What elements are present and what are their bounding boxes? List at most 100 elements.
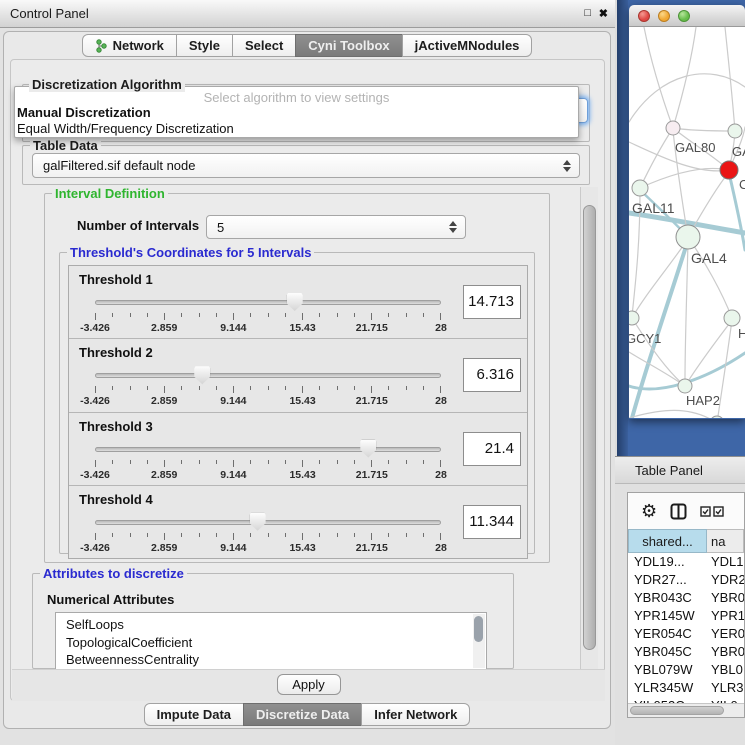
tick-label: 9.144 [220,542,246,554]
tick-label: 28 [435,322,447,334]
network-edge [685,320,732,386]
slider-track[interactable] [95,520,441,525]
tick-mark [268,313,269,317]
slider-track[interactable] [95,447,441,452]
tick-mark [337,313,338,317]
panel-scrollbar-thumb[interactable] [583,205,596,650]
network-node[interactable] [710,416,724,418]
table-panel-header: Table Panel [615,456,745,484]
tick-mark [181,313,182,317]
gear-icon[interactable]: ⚙ [641,502,657,520]
network-node[interactable] [724,310,740,326]
table-row[interactable]: YBR045CYBR0 [628,643,744,661]
minimize-traffic-light-icon[interactable] [658,10,670,22]
interval-definition-group: Interval Definition Number of Intervals … [44,193,550,563]
network-node[interactable] [629,311,639,325]
network-canvas[interactable]: GAL80GALCGAL11GAL4GCY1HHAP2 [629,27,745,418]
tick-mark [388,313,389,317]
slider-thumb[interactable] [287,293,303,311]
zoom-traffic-light-icon[interactable] [678,10,690,22]
column-header-na[interactable]: na [707,529,744,553]
network-node[interactable] [632,180,648,196]
network-node[interactable] [728,124,742,138]
tab-infer-network[interactable]: Infer Network [361,703,470,726]
network-edge [685,240,688,379]
table-row[interactable]: YBR043CYBR0 [628,589,744,607]
checkbox-icon[interactable] [713,506,724,517]
tab-network[interactable]: Network [82,34,177,57]
threshold-value-field[interactable]: 6.316 [463,358,521,392]
tab-jactivemnodules[interactable]: jActiveMNodules [402,34,533,57]
network-window-titlebar[interactable] [629,5,745,27]
table-row[interactable]: YER054CYER0 [628,625,744,643]
table-row[interactable]: YBL079WYBL0 [628,661,744,679]
columns-icon[interactable] [670,503,687,520]
tick-mark [233,533,234,540]
close-traffic-light-icon[interactable] [638,10,650,22]
table-row[interactable]: YDR27...YDR2 [628,571,744,589]
table-row[interactable]: YLR345WYLR3 [628,679,744,697]
threshold-value-field[interactable]: 11.344 [463,505,521,539]
threshold-label: Threshold 4 [79,492,153,507]
tab-style[interactable]: Style [176,34,233,57]
tab-cyni-toolbox[interactable]: Cyni Toolbox [295,34,402,57]
list-scrollbar[interactable] [473,614,485,668]
checkbox-icon[interactable] [700,506,711,517]
slider-thumb[interactable] [194,366,210,384]
node-label: GAL4 [691,250,727,266]
tick-mark [371,313,372,320]
tab-discretize-data[interactable]: Discretize Data [243,703,362,726]
network-node[interactable] [720,161,738,179]
slider-thumb[interactable] [250,513,266,531]
network-edge [632,240,688,418]
tick-mark [147,386,148,390]
tick-mark [354,386,355,390]
tick-label: -3.426 [80,469,110,481]
table-data-combo[interactable]: galFiltered.sif default node [32,153,580,178]
threshold-label: Threshold 3 [79,419,153,434]
table-row[interactable]: YPR145WYPR1 [628,607,744,625]
algorithm-option-manual-discretization[interactable]: Manual Discretization [15,105,578,121]
slider-thumb[interactable] [360,440,376,458]
attribute-item-topologicalcoefficient[interactable]: TopologicalCoefficient [56,634,486,652]
table-cell: YDR27... [628,571,707,589]
close-icon[interactable]: ✖ [599,7,608,20]
network-node[interactable] [678,379,692,393]
threshold-value-field[interactable]: 21.4 [463,432,521,466]
algorithm-option-equal-width-frequency-discretization[interactable]: Equal Width/Frequency Discretization [15,121,578,137]
float-window-icon[interactable]: □ [584,7,591,19]
tab-label: Select [245,35,283,57]
discretization-algorithm-title: Discretization Algorithm [29,77,185,92]
threshold-label: Threshold 1 [79,272,153,287]
tick-mark [268,460,269,464]
table-rows: YDL19...YDL1YDR27...YDR2YBR043CYBR0YPR14… [628,553,744,715]
column-header-shared[interactable]: shared... [628,529,707,553]
list-scrollbar-thumb[interactable] [474,616,483,642]
table-h-scrollbar[interactable] [628,703,744,717]
network-edge [629,410,717,418]
slider-track[interactable] [95,300,441,305]
table-cell: YBR0 [707,589,744,607]
table-h-scrollbar-thumb[interactable] [630,706,724,715]
network-node[interactable] [676,225,700,249]
attribute-item-selfloops[interactable]: SelfLoops [56,616,486,634]
table-cell: YBR0 [707,643,744,661]
tab-impute-data[interactable]: Impute Data [144,703,244,726]
algorithm-dropdown-popup: Select algorithm to view settings Manual… [14,86,579,138]
tick-mark [285,313,286,317]
table-row[interactable]: YDL19...YDL1 [628,553,744,571]
tick-label: 15.43 [289,395,315,407]
attribute-item-betweennesscentrality[interactable]: BetweennessCentrality [56,651,486,669]
slider-ticks [95,533,441,540]
network-node[interactable] [666,121,680,135]
apply-button[interactable]: Apply [277,674,341,695]
tick-mark [130,533,131,537]
tab-select[interactable]: Select [232,34,296,57]
tick-mark [302,533,303,540]
tick-mark [112,460,113,464]
panel-scrollbar[interactable] [580,187,598,669]
slider-track[interactable] [95,373,441,378]
attributes-group: Attributes to discretize Numerical Attri… [32,573,514,669]
number-of-intervals-combo[interactable]: 5 [206,215,466,239]
threshold-value-field[interactable]: 14.713 [463,285,521,319]
